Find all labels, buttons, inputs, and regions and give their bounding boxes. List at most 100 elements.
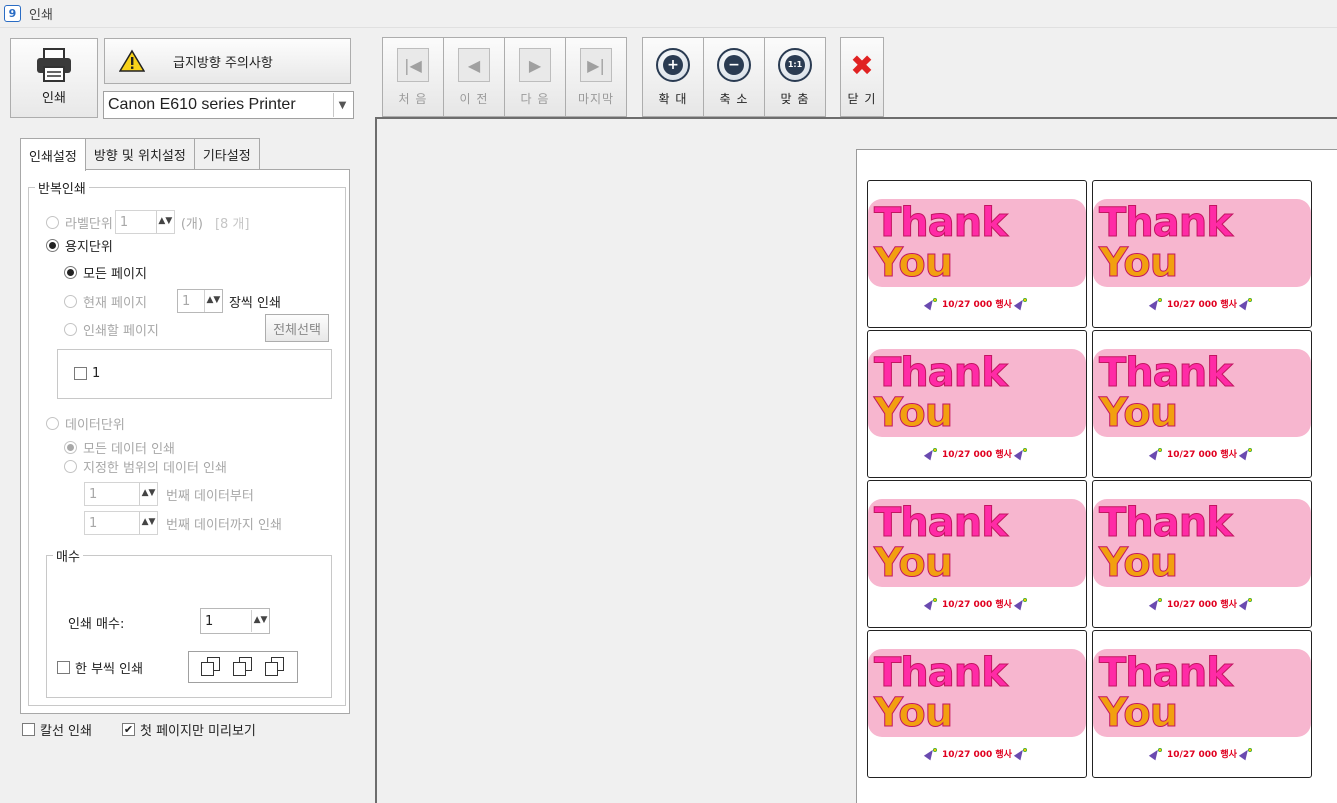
chevron-down-icon[interactable]: ▼ bbox=[333, 93, 351, 117]
copies-stepper[interactable]: 1 ▲▼ bbox=[200, 608, 270, 634]
current-page-row: 현재 페이지 1 ▲▼ 장씩 인쇄 bbox=[64, 289, 281, 313]
cut-line-option: 칼선 인쇄 bbox=[22, 720, 92, 739]
label-unit-radio[interactable] bbox=[46, 215, 59, 229]
repeat-print-legend: 반복인쇄 bbox=[38, 182, 86, 197]
copies-legend: 매수 bbox=[56, 550, 80, 565]
page-list: 1 bbox=[57, 349, 332, 399]
cut-line-checkbox[interactable] bbox=[22, 723, 35, 736]
range-to-row: 1 ▲▼ 번째 데이터까지 인쇄 bbox=[84, 511, 282, 535]
print-button-label: 인쇄 bbox=[42, 91, 66, 106]
first-page-icon: |◀ bbox=[397, 48, 429, 82]
printer-select[interactable]: Canon E610 series Printer ▼ bbox=[103, 91, 354, 119]
party-popper-icon bbox=[1151, 597, 1164, 609]
label-unit-text: 라벨단위 bbox=[65, 216, 113, 232]
label-subtitle: 10/27 000 행사 bbox=[1151, 597, 1253, 610]
copies-stepper-row: 1 ▲▼ bbox=[200, 608, 270, 634]
label-subtitle: 10/27 000 행사 bbox=[926, 747, 1028, 760]
window-title: 인쇄 bbox=[29, 8, 53, 23]
next-page-button[interactable]: ▶ 다 음 bbox=[504, 37, 566, 117]
preview-paper: Thank You 10/27 000 행사 Thank You 10/27 0… bbox=[856, 149, 1337, 803]
range-data-radio[interactable] bbox=[64, 460, 77, 473]
navigation-toolbar: |◀ 처 음 ◀ 이 전 ▶ 다 음 ▶| 마지막 bbox=[382, 37, 627, 117]
first-page-button[interactable]: |◀ 처 음 bbox=[382, 37, 444, 117]
label-card: Thank You 10/27 000 행사 bbox=[1092, 330, 1312, 478]
collate-preview bbox=[188, 651, 298, 683]
collate-row: 한 부씩 인쇄 bbox=[57, 658, 143, 677]
party-popper-icon bbox=[1241, 297, 1253, 309]
label-unit-stepper[interactable]: 1 ▲▼ bbox=[114, 210, 175, 234]
all-data-row: 모든 데이터 인쇄 bbox=[64, 438, 175, 457]
zoom-out-button[interactable]: − 축 소 bbox=[703, 37, 765, 117]
all-pages-radio[interactable] bbox=[64, 266, 77, 279]
settings-tabs: 인쇄설정 방향 및 위치설정 기타설정 bbox=[20, 138, 260, 171]
range-to-stepper[interactable]: 1 ▲▼ bbox=[84, 511, 158, 535]
collate-page-icon bbox=[233, 657, 253, 677]
party-popper-icon bbox=[1016, 297, 1028, 309]
label-card: Thank You 10/27 000 행사 bbox=[1092, 480, 1312, 628]
print-preview-area[interactable]: Thank You 10/27 000 행사 Thank You 10/27 0… bbox=[375, 117, 1337, 803]
party-popper-icon bbox=[1241, 597, 1253, 609]
fit-button[interactable]: 1:1 맞 춤 bbox=[764, 37, 826, 117]
printer-app-icon: 9 bbox=[4, 5, 21, 22]
label-subtitle: 10/27 000 행사 bbox=[926, 597, 1028, 610]
thank-you-logo: Thank You bbox=[868, 348, 1086, 437]
printer-icon bbox=[37, 48, 71, 82]
zoom-in-icon: + bbox=[656, 48, 690, 82]
label-card: Thank You 10/27 000 행사 bbox=[867, 630, 1087, 778]
paper-unit-radio[interactable] bbox=[46, 239, 59, 252]
party-popper-icon bbox=[1151, 747, 1164, 759]
close-toolbar: ✖ 닫 기 bbox=[840, 37, 884, 117]
current-page-stepper[interactable]: 1 ▲▼ bbox=[176, 289, 223, 313]
prev-page-icon: ◀ bbox=[458, 48, 490, 82]
page-1-checkbox[interactable] bbox=[74, 367, 87, 380]
thank-you-logo: Thank You bbox=[868, 198, 1086, 287]
last-page-icon: ▶| bbox=[580, 48, 612, 82]
per-sheet-label: 장씩 인쇄 bbox=[228, 295, 281, 311]
label-subtitle: 10/27 000 행사 bbox=[1151, 447, 1253, 460]
paper-direction-warning-button[interactable]: 급지방향 주의사항 bbox=[104, 38, 351, 84]
label-card: Thank You 10/27 000 행사 bbox=[867, 180, 1087, 328]
last-page-button[interactable]: ▶| 마지막 bbox=[565, 37, 627, 117]
paper-unit-row: 용지단위 bbox=[46, 236, 113, 255]
party-popper-icon bbox=[1016, 747, 1028, 759]
label-subtitle: 10/27 000 행사 bbox=[926, 297, 1028, 310]
zoom-in-button[interactable]: + 확 대 bbox=[642, 37, 704, 117]
all-data-radio[interactable] bbox=[64, 441, 77, 454]
range-from-stepper[interactable]: 1 ▲▼ bbox=[84, 482, 158, 506]
current-page-radio[interactable] bbox=[64, 294, 77, 308]
prev-page-button[interactable]: ◀ 이 전 bbox=[443, 37, 505, 117]
stepper-arrows-icon[interactable]: ▲▼ bbox=[251, 610, 269, 632]
data-unit-row: 데이터단위 bbox=[46, 414, 125, 433]
collate-page-icon bbox=[265, 657, 285, 677]
tab-print-settings[interactable]: 인쇄설정 bbox=[20, 138, 86, 171]
pages-to-print-radio[interactable] bbox=[64, 323, 77, 336]
stepper-arrows-icon[interactable]: ▲▼ bbox=[139, 512, 157, 534]
print-button[interactable]: 인쇄 bbox=[10, 38, 98, 118]
tab-other-settings[interactable]: 기타설정 bbox=[193, 138, 260, 170]
label-count: [8 개] bbox=[214, 216, 250, 232]
close-button[interactable]: ✖ 닫 기 bbox=[840, 37, 884, 117]
stepper-arrows-icon[interactable]: ▲▼ bbox=[203, 290, 222, 312]
label-card: Thank You 10/27 000 행사 bbox=[1092, 180, 1312, 328]
range-data-row: 지정한 범위의 데이터 인쇄 bbox=[64, 457, 227, 476]
party-popper-icon bbox=[926, 447, 939, 459]
label-unit-row: 라벨단위 1 ▲▼ (개) [8 개] bbox=[46, 210, 249, 234]
tab-orientation-position[interactable]: 방향 및 위치설정 bbox=[84, 138, 195, 170]
thank-you-logo: Thank You bbox=[868, 498, 1086, 587]
stepper-arrows-icon[interactable]: ▲▼ bbox=[139, 483, 157, 505]
stepper-arrows-icon[interactable]: ▲▼ bbox=[155, 211, 174, 233]
warning-button-label: 급지방향 주의사항 bbox=[173, 55, 273, 71]
party-popper-icon bbox=[1151, 447, 1164, 459]
select-all-button[interactable]: 전체선택 bbox=[265, 314, 329, 342]
pages-to-print-row: 인쇄할 페이지 bbox=[64, 320, 159, 339]
party-popper-icon bbox=[926, 747, 939, 759]
collate-checkbox[interactable] bbox=[57, 661, 70, 674]
thank-you-logo: Thank You bbox=[1093, 648, 1311, 737]
party-popper-icon bbox=[1151, 297, 1164, 309]
copies-count-label: 인쇄 매수: bbox=[68, 617, 125, 632]
party-popper-icon bbox=[1241, 447, 1253, 459]
close-icon: ✖ bbox=[850, 48, 874, 82]
data-unit-radio[interactable] bbox=[46, 417, 59, 430]
first-page-preview-checkbox[interactable]: ✔ bbox=[121, 723, 135, 736]
bottom-options: 칼선 인쇄 ✔ 첫 페이지만 미리보기 bbox=[22, 720, 256, 739]
